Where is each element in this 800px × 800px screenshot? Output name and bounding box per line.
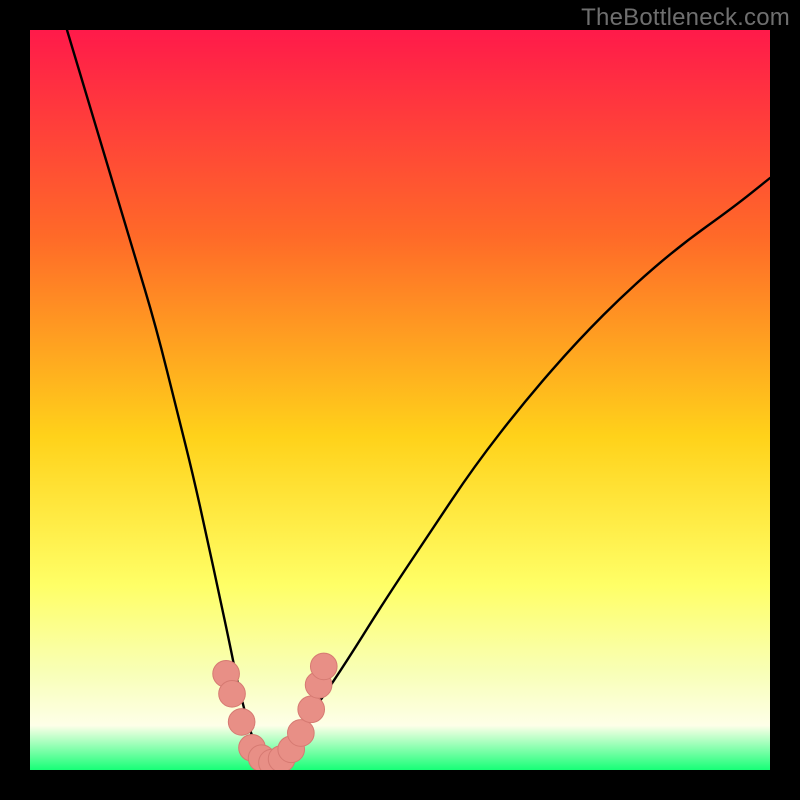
- plot-area: [30, 30, 770, 770]
- outer-frame: TheBottleneck.com: [0, 0, 800, 800]
- watermark-text: TheBottleneck.com: [581, 4, 790, 32]
- data-point-marker: [228, 709, 255, 736]
- data-point-marker: [219, 680, 246, 707]
- data-point-marker: [298, 696, 325, 723]
- data-point-marker: [310, 653, 337, 680]
- chart-svg: [30, 30, 770, 770]
- gradient-background: [30, 30, 770, 770]
- data-point-marker: [288, 720, 315, 747]
